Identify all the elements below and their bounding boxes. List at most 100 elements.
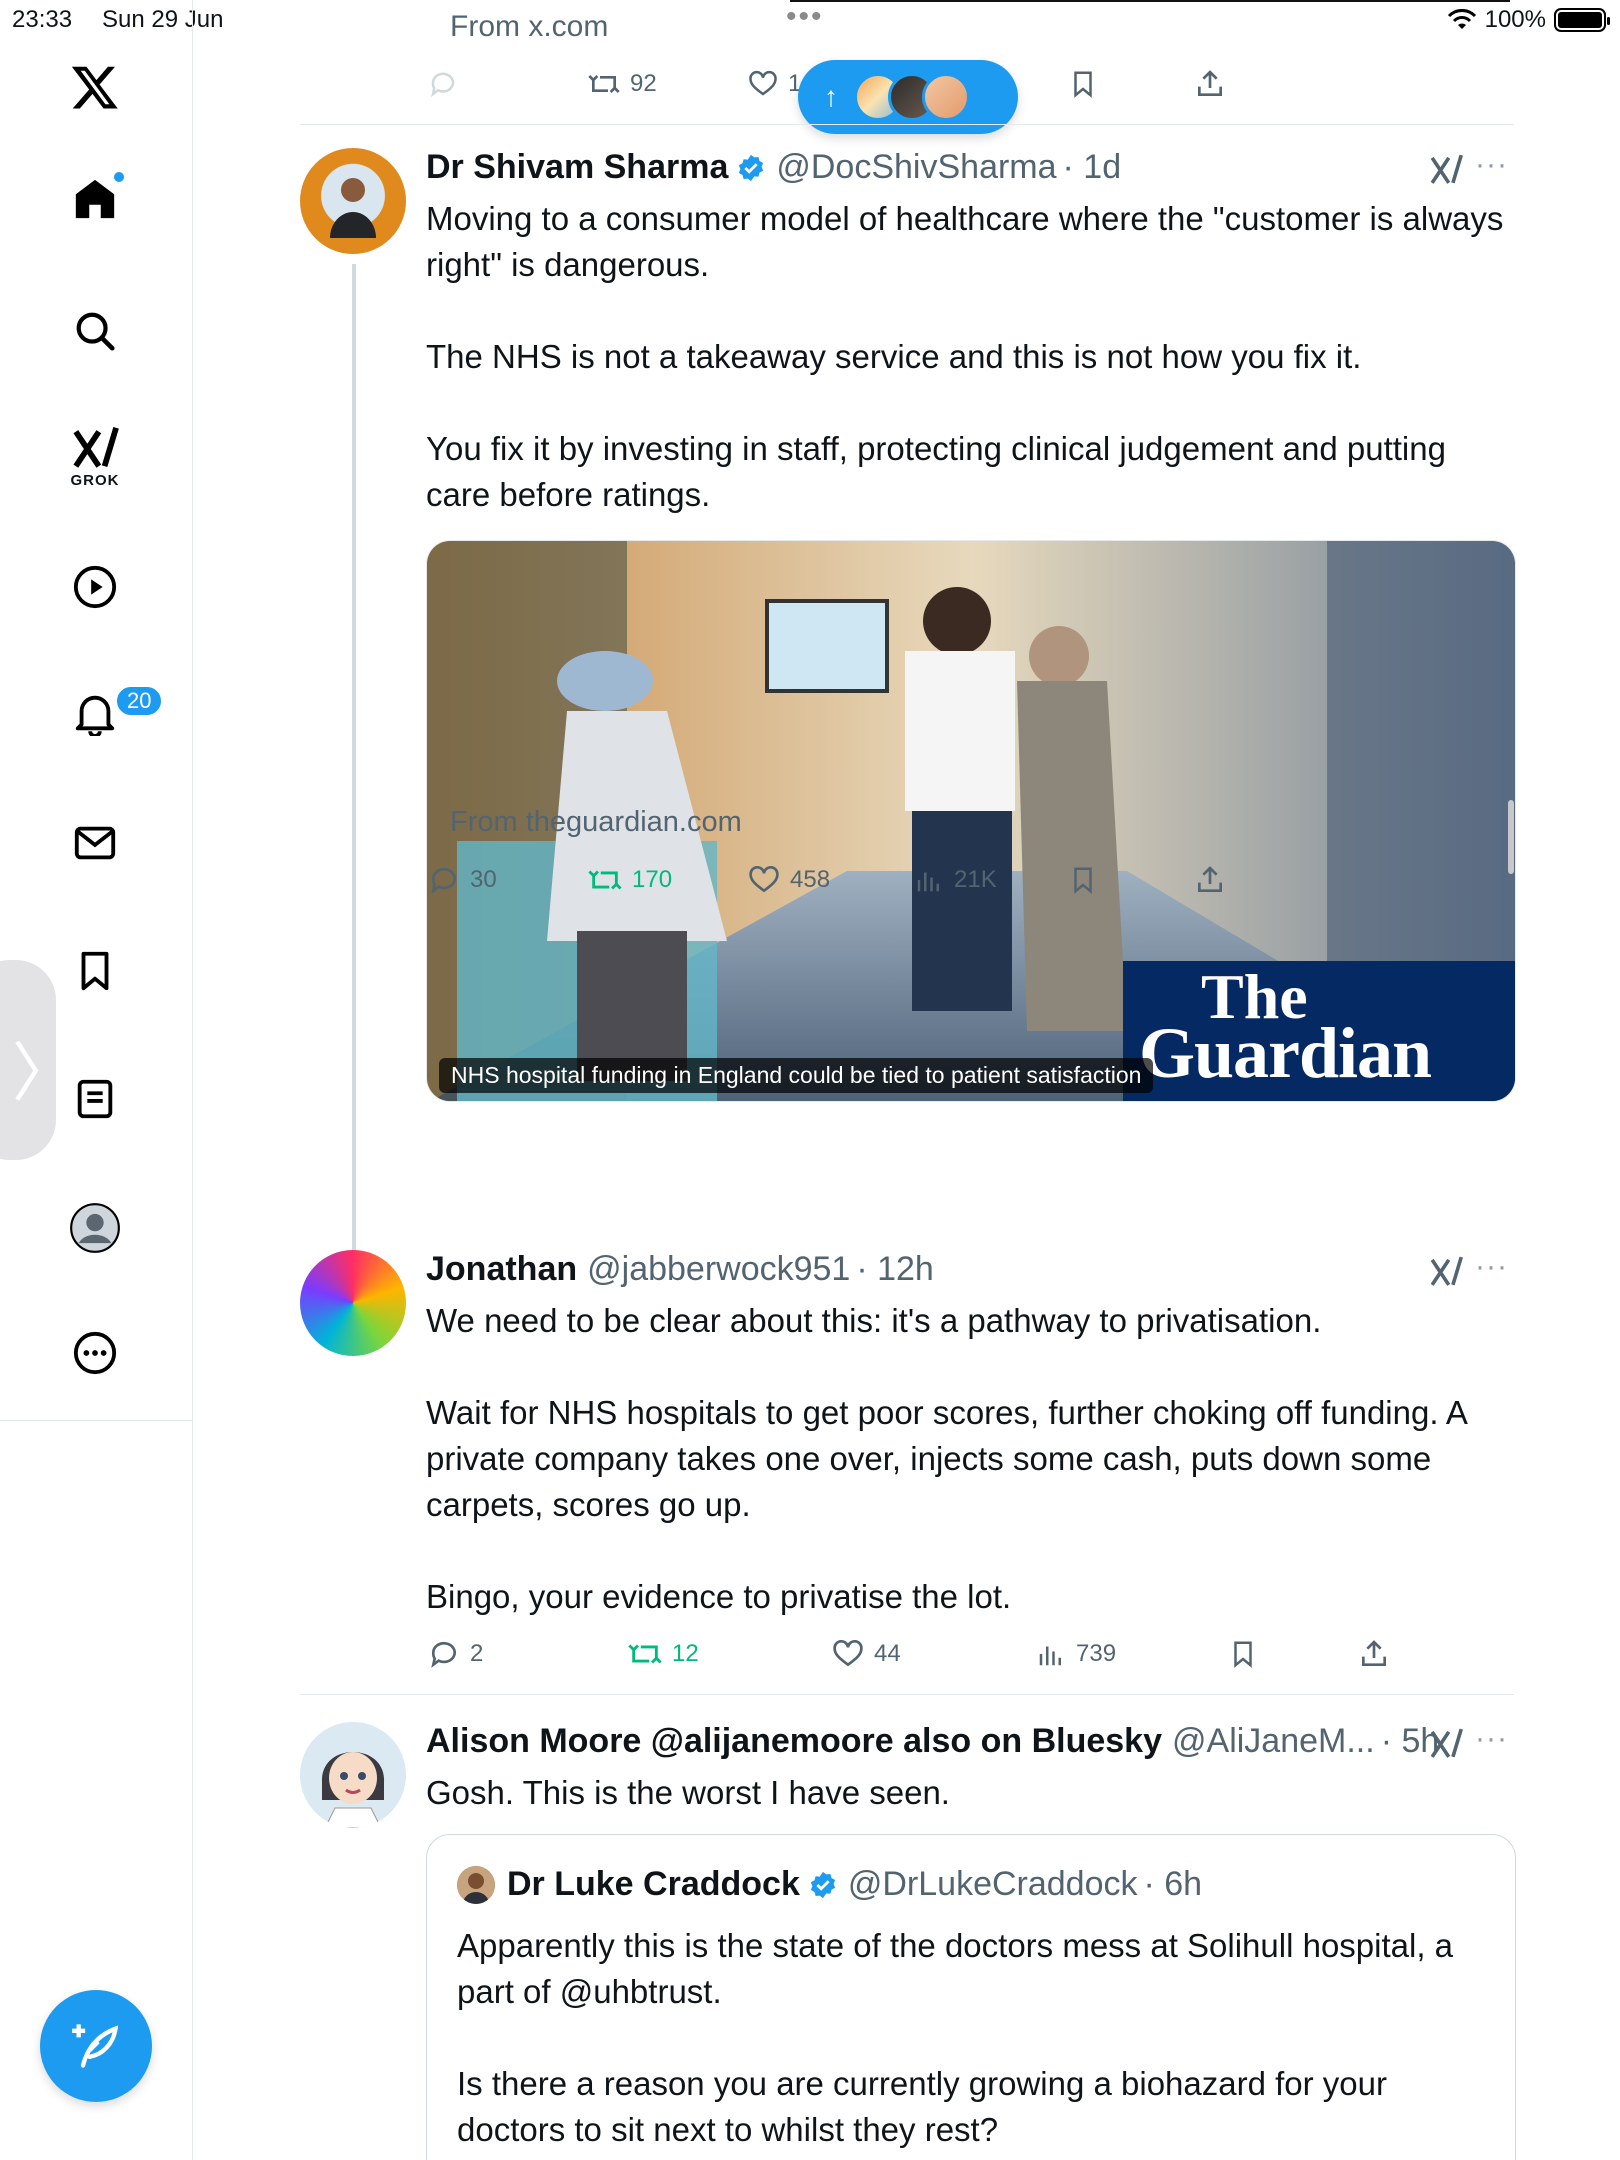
more-options-icon[interactable]: ··· [1475, 1250, 1508, 1284]
tweet-header: Jonathan @jabberwock951 · 12h [426, 1250, 934, 1289]
grok-explain-icon[interactable] [1428, 1726, 1464, 1760]
reply-count: 30 [470, 866, 497, 893]
retweet-button[interactable]: 12 [628, 1637, 699, 1671]
tweet-text: Moving to a consumer model of healthcare… [426, 196, 1506, 518]
tweet-text: We need to be clear about this: it's a p… [426, 1298, 1506, 1620]
sidebar-item-messages[interactable] [72, 820, 118, 866]
reply-button[interactable]: 2 [428, 1638, 483, 1670]
more-options-icon[interactable]: ··· [1475, 148, 1508, 182]
quoted-tweet[interactable]: Dr Luke Craddock @DrLukeCraddock · 6h Ap… [426, 1834, 1516, 2160]
divider [300, 124, 1514, 125]
retweet-button[interactable]: 92 [588, 68, 657, 100]
quoted-tweet-time[interactable]: · 6h [1144, 1865, 1203, 1904]
retweet-icon [588, 75, 620, 93]
sidebar-item-bookmarks[interactable] [72, 948, 118, 994]
heart-icon [833, 1640, 863, 1667]
timeline: From x.com 92 1 ↑ Dr Shivam Sharma @DocS… [300, 0, 1516, 2160]
compose-post-button[interactable] [40, 1990, 152, 2102]
tweet-paragraph: Moving to a consumer model of healthcare… [426, 200, 1504, 283]
like-button[interactable]: 458 [748, 864, 830, 896]
quoted-author-name[interactable]: Dr Luke Craddock [507, 1865, 800, 1904]
sidebar-item-notifications[interactable]: 20 [72, 684, 165, 736]
grok-label: GROK [70, 472, 120, 489]
share-button[interactable] [1194, 864, 1226, 896]
sidebar-item-video[interactable] [72, 564, 118, 610]
views-button[interactable]: 21K [914, 865, 997, 895]
share-button[interactable] [1358, 1638, 1390, 1670]
grok-explain-icon[interactable] [1428, 1254, 1464, 1288]
tweet-time[interactable]: · 12h [856, 1250, 934, 1289]
guardian-logo: The Guardian [1123, 961, 1515, 1101]
tweet-header: Dr Shivam Sharma @DocShivSharma · 1d [426, 148, 1121, 187]
avatar[interactable] [300, 148, 406, 254]
slide-over-handle[interactable]: 〉 [0, 960, 76, 1160]
views-button[interactable]: 739 [1036, 1639, 1116, 1669]
author-name[interactable]: Alison Moore @alijanemoore also on Blues… [426, 1722, 1162, 1761]
sidebar-item-articles[interactable] [72, 1076, 118, 1122]
url-bar-underline [790, 0, 1510, 2]
notification-count-badge: 20 [114, 684, 165, 718]
reply-button[interactable]: 30 [428, 864, 497, 896]
avatar[interactable] [300, 1250, 406, 1356]
like-button[interactable]: 44 [832, 1638, 901, 1670]
tweet-header: Alison Moore @alijanemoore also on Blues… [426, 1722, 1439, 1761]
unread-dot [112, 170, 126, 184]
reply-icon [431, 1641, 456, 1668]
thread-line [352, 264, 356, 1264]
link-source[interactable]: From theguardian.com [450, 806, 742, 839]
bookmark-button[interactable] [1068, 865, 1098, 895]
quoted-paragraph: Is there a reason you are currently grow… [457, 2065, 1387, 2148]
guardian-logo-line2: Guardian [1139, 1013, 1432, 1093]
bookmark-button[interactable] [1228, 1639, 1258, 1669]
sidebar-item-profile[interactable] [69, 1202, 121, 1254]
verified-badge-icon [810, 1871, 835, 1898]
tweet-actions: 2 12 44 739 [428, 1634, 1428, 1674]
sidebar-item-search[interactable] [72, 308, 118, 354]
scroll-indicator[interactable] [1508, 800, 1514, 874]
share-icon [1362, 1640, 1386, 1666]
tweet-paragraph: You fix it by investing in staff, protec… [426, 430, 1446, 513]
previous-tweet-source-link[interactable]: From x.com [450, 10, 608, 44]
share-icon [1198, 866, 1222, 892]
retweet-icon [628, 1644, 662, 1664]
like-count: 458 [790, 866, 831, 893]
avatar[interactable] [300, 1722, 406, 1828]
retweet-count: 92 [630, 70, 657, 97]
sidebar-item-grok[interactable]: GROK [70, 424, 120, 489]
retweet-count: 12 [672, 1640, 699, 1667]
tweet-paragraph: Bingo, your evidence to privatise the lo… [426, 1578, 1012, 1615]
like-button[interactable]: 1 [748, 69, 801, 99]
home-icon [72, 170, 126, 222]
grok-explain-icon[interactable] [1428, 152, 1464, 186]
view-count: 21K [954, 866, 997, 893]
bookmark-button[interactable] [1068, 69, 1098, 99]
search-icon [76, 312, 115, 351]
quoted-author-avatar [457, 1865, 495, 1904]
author-name[interactable]: Dr Shivam Sharma [426, 148, 728, 187]
sidebar: GROK 20 〉 [0, 0, 193, 2160]
feather-plus-icon [72, 2024, 119, 2068]
author-handle[interactable]: @DocShivSharma [776, 148, 1056, 187]
share-button[interactable] [1194, 68, 1226, 100]
sidebar-item-more[interactable] [72, 1330, 118, 1376]
sidebar-item-home[interactable] [72, 170, 126, 222]
battery-icon [1554, 8, 1610, 32]
author-handle[interactable]: @AliJaneM... [1172, 1722, 1375, 1761]
verified-badge-icon [739, 154, 764, 181]
retweet-icon [588, 870, 622, 890]
quoted-author-handle[interactable]: @DrLukeCraddock [848, 1865, 1138, 1904]
tweet-paragraph: The NHS is not a takeaway service and th… [426, 338, 1362, 375]
retweet-count: 170 [632, 866, 673, 893]
author-handle[interactable]: @jabberwock951 [587, 1250, 850, 1289]
sidebar-divider [0, 1420, 193, 1421]
tweet-time[interactable]: · 1d [1063, 148, 1122, 187]
new-post-avatar [922, 73, 970, 121]
reply-button[interactable] [428, 69, 458, 99]
new-posts-pill[interactable]: ↑ [798, 60, 1018, 134]
bookmark-icon [1234, 1641, 1252, 1668]
retweet-button[interactable]: 170 [588, 863, 672, 897]
more-options-icon[interactable]: ··· [1475, 1722, 1508, 1756]
heart-icon [749, 70, 777, 96]
author-name[interactable]: Jonathan [426, 1250, 577, 1289]
x-logo-icon[interactable] [70, 62, 120, 112]
